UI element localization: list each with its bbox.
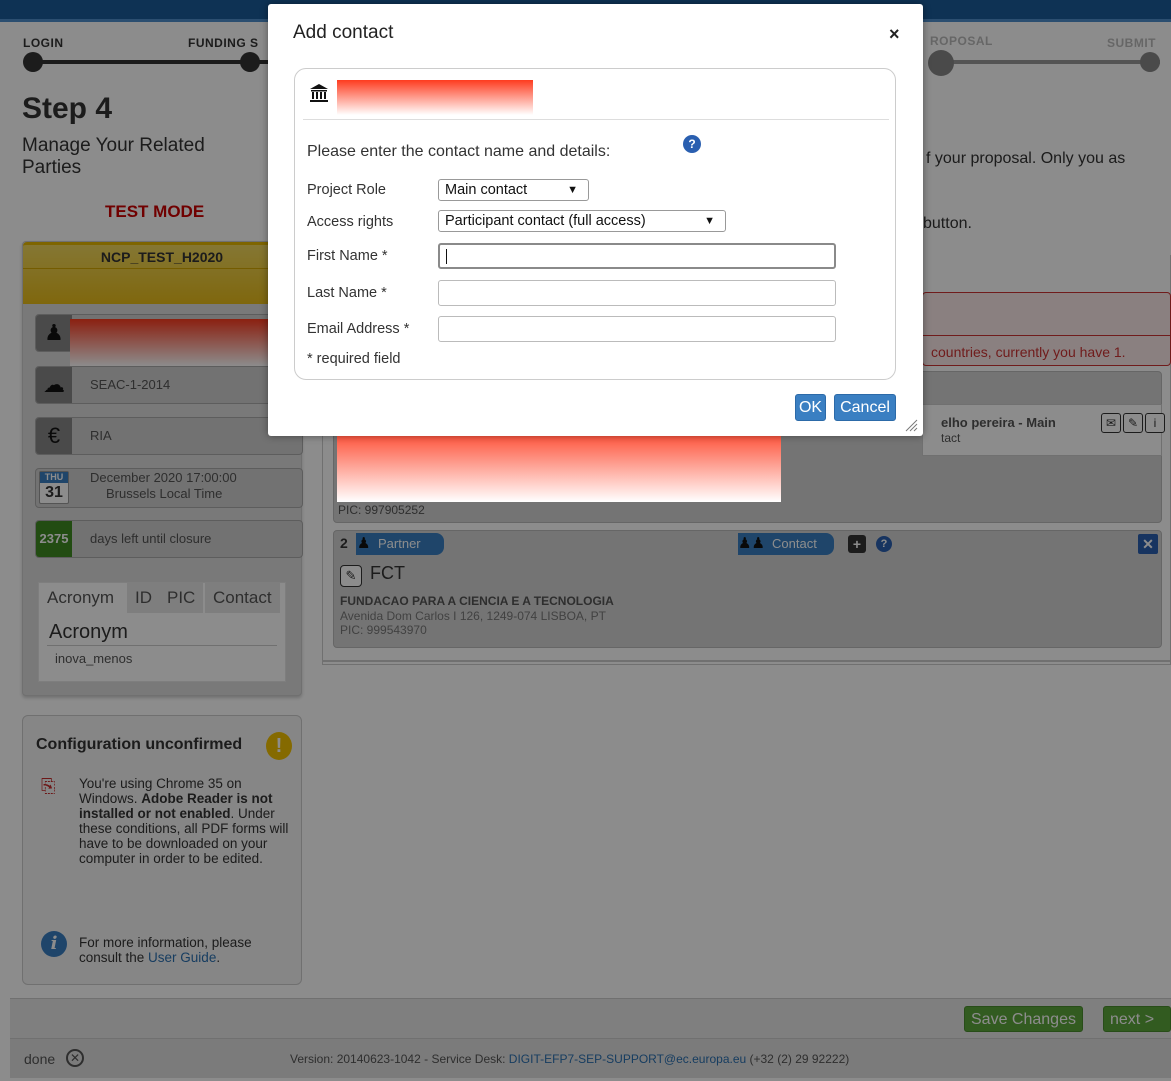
redacted-partner-info [337, 425, 781, 502]
cancel-button[interactable]: Cancel [834, 394, 896, 421]
ok-button[interactable]: OK [795, 394, 826, 421]
required-note: * required field [307, 351, 401, 367]
divider [303, 119, 889, 120]
close-icon[interactable]: × [889, 24, 900, 45]
project-role-select[interactable]: Main contact ▼ [438, 179, 589, 201]
chevron-down-icon: ▼ [704, 215, 715, 227]
redacted-organisation [337, 80, 533, 115]
resize-grip-icon[interactable] [904, 418, 918, 432]
institution-icon [310, 84, 328, 102]
project-role-label: Project Role [307, 182, 386, 198]
last-name-input[interactable] [438, 280, 836, 306]
last-name-label: Last Name * [307, 285, 387, 301]
first-name-input[interactable] [438, 243, 836, 269]
access-rights-select[interactable]: Participant contact (full access) ▼ [438, 210, 726, 232]
access-rights-value: Participant contact (full access) [445, 213, 646, 229]
access-rights-label: Access rights [307, 214, 394, 230]
email-label: Email Address * [307, 321, 410, 337]
dialog-title: Add contact [293, 22, 394, 43]
form-prompt: Please enter the contact name and detail… [307, 143, 611, 160]
first-name-label: First Name * [307, 248, 388, 264]
contact-form: Please enter the contact name and detail… [294, 68, 896, 380]
chevron-down-icon: ▼ [567, 184, 578, 196]
email-input[interactable] [438, 316, 836, 342]
text-caret [446, 249, 447, 264]
add-contact-dialog: Add contact × Please enter the contact n… [268, 4, 923, 436]
project-role-value: Main contact [445, 182, 528, 198]
help-icon[interactable]: ? [683, 135, 701, 153]
